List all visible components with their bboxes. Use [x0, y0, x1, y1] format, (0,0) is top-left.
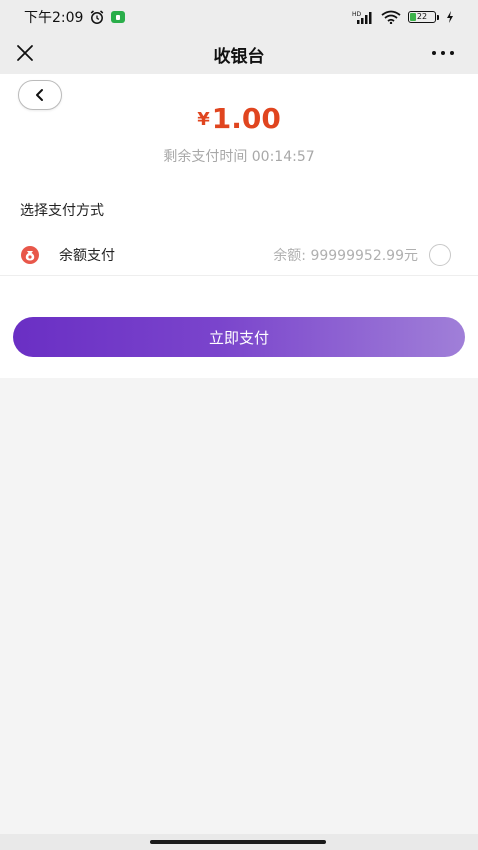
more-options-icon[interactable]	[432, 43, 458, 63]
chevron-left-icon	[36, 89, 43, 101]
home-indicator[interactable]	[150, 840, 326, 844]
balance-amount: 余额: 99999952.99元	[273, 248, 418, 264]
payment-amount: ¥1.00	[0, 102, 478, 135]
signal-icon: HD	[352, 11, 372, 24]
network-type-label: HD	[352, 11, 362, 18]
currency-symbol: ¥	[197, 109, 210, 130]
pay-now-button[interactable]: 立即支付	[13, 317, 465, 357]
payment-method-balance[interactable]: 余额支付 余额: 99999952.99元	[0, 234, 478, 276]
payment-card: ¥1.00 剩余支付时间 00:14:57 选择支付方式 余额支付 余额: 99…	[0, 74, 478, 378]
payment-countdown: 剩余支付时间 00:14:57	[163, 149, 315, 165]
status-right: HD 22	[352, 10, 454, 24]
payment-method-section-title: 选择支付方式	[20, 203, 104, 219]
alarm-icon	[91, 10, 104, 24]
nav-bar: 收银台	[0, 34, 478, 74]
battery-level: 22	[416, 12, 428, 21]
wifi-icon	[381, 10, 401, 24]
status-left: 下午2:09	[24, 7, 126, 27]
charging-icon	[447, 11, 453, 23]
status-bar: 下午2:09 HD 22	[0, 0, 478, 34]
battery-icon: 22	[408, 11, 439, 23]
app-notification-icon	[111, 11, 126, 23]
money-bag-icon	[21, 246, 39, 264]
status-time: 下午2:09	[24, 10, 84, 26]
close-icon[interactable]	[14, 42, 36, 64]
page-title: 收银台	[213, 46, 265, 67]
amount-value: 1.00	[211, 102, 281, 135]
payment-method-radio[interactable]	[429, 244, 451, 266]
payment-method-label: 余额支付	[59, 248, 115, 264]
